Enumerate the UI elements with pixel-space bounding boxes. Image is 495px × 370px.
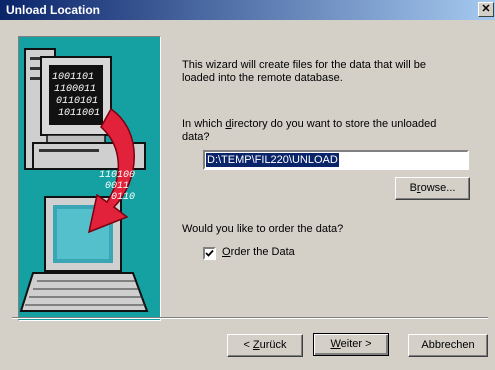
back-button[interactable]: < Zurück: [227, 334, 303, 357]
order-data-checkbox[interactable]: [203, 247, 216, 260]
directory-input[interactable]: D:\TEMP\FIL220\UNLOAD: [203, 150, 469, 170]
binary-digits-top: 1001101: [52, 72, 94, 83]
next-button[interactable]: Weiter >: [313, 333, 389, 356]
close-icon: ✕: [481, 3, 491, 15]
binary-digits-top: 0110101: [56, 96, 98, 107]
binary-digits-bottom: 0011: [105, 181, 129, 192]
binary-digits-bottom: 110100: [99, 170, 135, 181]
directory-question-line1: In which directory do you want to store …: [182, 118, 436, 131]
directory-question-line2: data?: [182, 131, 210, 143]
button-separator: [12, 317, 488, 319]
next-label-post: eiter >: [340, 338, 372, 350]
wizard-illustration: 1001101 1100011 0110101 1011001 110100 0011 0…: [18, 36, 161, 321]
directory-question-post: irectory do you want to store the unload…: [231, 118, 437, 130]
cancel-button[interactable]: Abbrechen: [408, 334, 488, 357]
binary-digits-bottom: 0110: [111, 192, 135, 203]
close-button[interactable]: ✕: [478, 2, 494, 17]
back-label-post: urück: [259, 339, 287, 351]
directory-question-pre: In which: [182, 118, 226, 130]
next-label-accelerator: W: [330, 338, 341, 350]
order-question: Would you like to order the data?: [182, 223, 344, 235]
browse-label-pre: B: [409, 182, 417, 194]
browse-label-post: owse...: [420, 182, 456, 194]
back-label-accelerator: Z: [252, 339, 260, 351]
computer-illustration: 1001101110001101101011011001 11010000110…: [19, 48, 149, 312]
binary-digits-top: 1011001: [58, 108, 100, 119]
laptop-icon: [19, 196, 149, 312]
order-data-label[interactable]: Order the Data: [222, 246, 295, 259]
checkmark-icon: [205, 249, 214, 257]
dialog-body: 1001101 1100011 0110101 1011001 110100 0011 0…: [0, 20, 495, 370]
binary-data-top: 1001101110001101101011011001: [52, 72, 100, 119]
intro-text-line1: This wizard will create files for the da…: [182, 59, 426, 71]
back-label-pre: <: [243, 339, 253, 351]
binary-digits-top: 1100011: [54, 84, 96, 95]
browse-button[interactable]: Browse...: [395, 177, 470, 200]
window-title: Unload Location: [6, 3, 100, 17]
title-bar[interactable]: Unload Location: [0, 0, 495, 20]
directory-value: D:\TEMP\FIL220\UNLOAD: [206, 153, 339, 167]
order-label-accelerator: O: [222, 246, 231, 258]
order-label-rest: rder the Data: [230, 246, 295, 258]
intro-text-line2: loaded into the remote database.: [182, 72, 343, 84]
